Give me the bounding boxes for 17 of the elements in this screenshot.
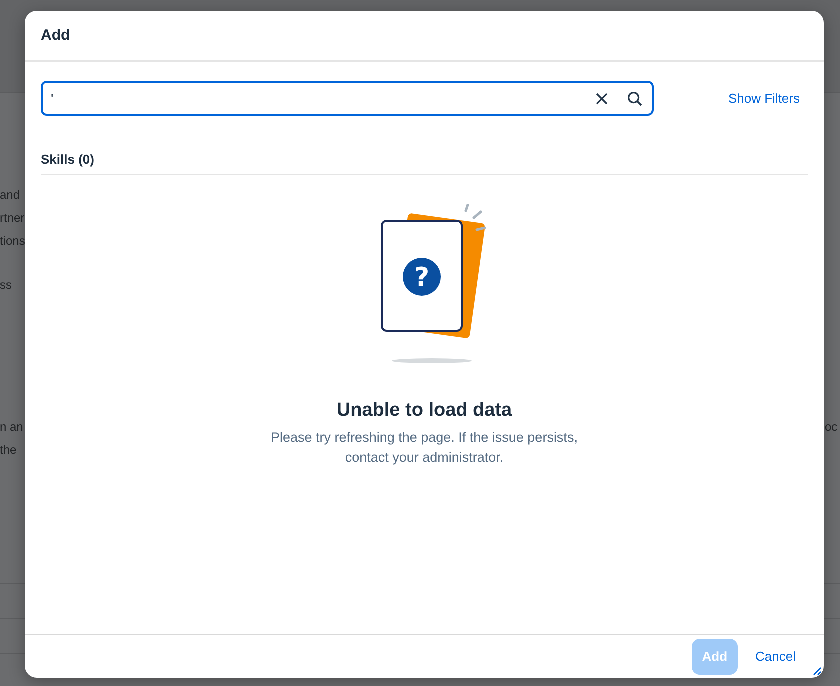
search-field[interactable]: ' — [41, 81, 654, 116]
background-text: n an — [0, 419, 24, 436]
clear-icon[interactable] — [595, 92, 609, 106]
background-text: oc — [825, 419, 838, 436]
empty-state-title: Unable to load data — [336, 400, 512, 422]
background-text: tions — [0, 233, 26, 250]
dialog-title: Add — [41, 27, 70, 44]
resize-handle-icon[interactable] — [813, 667, 822, 676]
show-filters-link[interactable]: Show Filters — [728, 91, 800, 106]
section-title: Skills (0) — [41, 152, 808, 175]
background-text: ss — [0, 277, 13, 294]
background-text: rtner — [0, 210, 26, 227]
empty-state-description: Please try refreshing the page. If the issue persists, contact your administrator. — [270, 429, 579, 467]
search-icon[interactable] — [627, 90, 643, 106]
background-text: the — [0, 442, 18, 459]
background-text: and — [0, 187, 22, 204]
cancel-button[interactable]: Cancel — [746, 638, 806, 674]
